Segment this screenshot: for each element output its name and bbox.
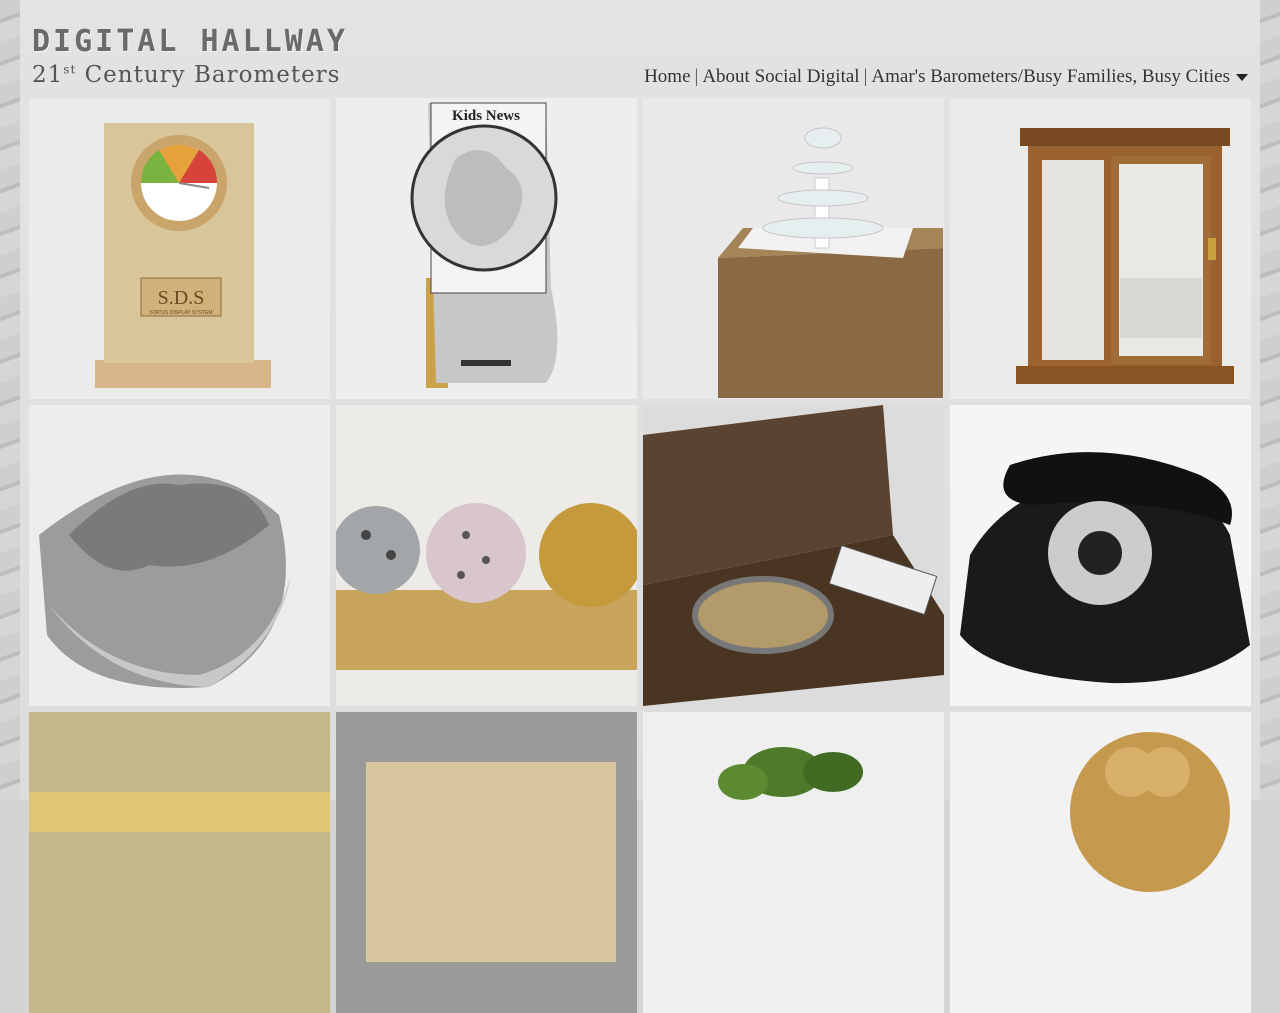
sds-label: S.D.S	[158, 287, 205, 309]
wallpaper-right	[1260, 0, 1280, 800]
page: DIGITAL HALLWAY 21st Century Barometers …	[20, 0, 1260, 1013]
nav-about[interactable]: About Social Digital	[702, 66, 859, 88]
gallery-tile-potted-plant[interactable]	[643, 712, 944, 1013]
nav-barometers[interactable]: Amar's Barometers/Busy Families, Busy Ci…	[871, 66, 1230, 88]
telephone-icon	[950, 405, 1251, 706]
header: DIGITAL HALLWAY 21st Century Barometers …	[20, 0, 1260, 96]
plant-icon	[643, 712, 944, 1013]
gallery-tile-music-box[interactable]	[643, 405, 944, 706]
gallery-tile-status-display-system[interactable]: S.D.S STATUS DISPLAY SYSTEM	[29, 98, 330, 399]
site-subtitle: 21st Century Barometers	[32, 62, 340, 88]
bowl-icon	[29, 405, 330, 706]
gallery-tile-clover-object[interactable]	[950, 712, 1251, 1013]
gallery-tile-three-spheres[interactable]	[336, 405, 637, 706]
dial-icon: S.D.S STATUS DISPLAY SYSTEM	[29, 98, 330, 399]
subtitle-superscript: st	[63, 62, 77, 77]
wallpaper-left	[0, 0, 22, 800]
box-icon	[643, 405, 944, 706]
gallery-tile-kids-news[interactable]: Kids News	[336, 98, 637, 399]
fountain-icon	[643, 98, 944, 399]
gallery-grid: S.D.S STATUS DISPLAY SYSTEM Kids News	[29, 98, 1251, 1013]
kids-news-title: Kids News	[452, 108, 520, 124]
gallery-tile-wooden-block[interactable]	[29, 712, 330, 1013]
cabinet-icon	[950, 98, 1251, 399]
spheres-icon	[336, 405, 637, 706]
newspaper-icon: Kids News	[336, 98, 637, 399]
gallery-tile-glass-fountain[interactable]	[643, 98, 944, 399]
site-logo[interactable]: DIGITAL HALLWAY	[32, 24, 348, 59]
box-icon	[336, 712, 637, 1013]
gallery-tile-metal-bowl[interactable]	[29, 405, 330, 706]
nav-separator: |	[694, 66, 699, 87]
block-icon	[29, 712, 330, 1013]
chevron-down-icon[interactable]	[1236, 73, 1248, 81]
subtitle-number: 21	[32, 62, 64, 88]
sds-sublabel: STATUS DISPLAY SYSTEM	[150, 310, 213, 316]
gallery-tile-wooden-display-case[interactable]	[950, 98, 1251, 399]
nav-separator: |	[863, 66, 868, 87]
nav-home[interactable]: Home	[644, 66, 690, 88]
gallery-tile-ornate-box[interactable]	[336, 712, 637, 1013]
main-nav: Home | About Social Digital | Amar's Bar…	[644, 66, 1248, 88]
gallery-tile-rotary-telephone[interactable]	[950, 405, 1251, 706]
clover-icon	[950, 712, 1251, 1013]
subtitle-text: Century Barometers	[76, 62, 341, 88]
